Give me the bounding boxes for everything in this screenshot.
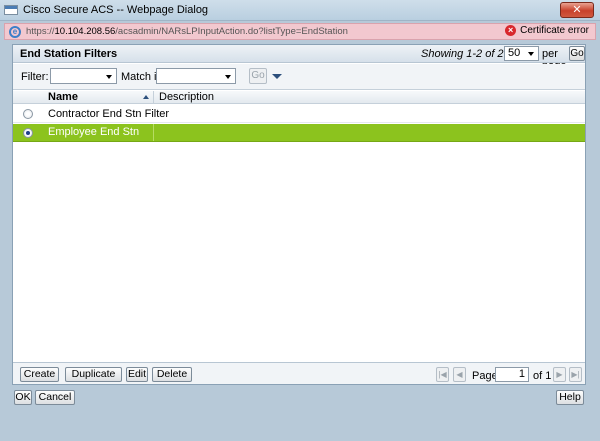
row-radio[interactable] (23, 128, 33, 138)
panel-title: End Station Filters (20, 48, 118, 60)
chevron-down-icon (225, 75, 231, 79)
row-name: Contractor End Stn Filter (48, 108, 170, 120)
per-page-select[interactable]: 50 (504, 46, 539, 61)
end-station-filters-panel: End Station Filters Showing 1-2 of 2 50 … (12, 44, 586, 385)
previous-page-button[interactable]: ◀ (453, 367, 466, 382)
certificate-error-label: Certificate error (520, 25, 589, 36)
per-page-value: 50 (508, 47, 521, 59)
url-prefix: https:// (26, 26, 55, 37)
chevron-down-icon (106, 75, 112, 79)
first-page-button[interactable]: |◀ (436, 367, 449, 382)
certificate-error[interactable]: × Certificate error (505, 25, 589, 36)
page-count-label: of 1 (533, 370, 552, 382)
match-if-select[interactable] (156, 68, 236, 84)
grid-header: Name Description (13, 91, 585, 104)
row-name: Employee End Stn Filter (42, 124, 154, 155)
url-path: /acsadmin/NARsLPInputAction.do?listType=… (115, 26, 348, 37)
filter-go-button[interactable]: Go (249, 68, 267, 84)
column-header-description[interactable]: Description (159, 91, 214, 103)
url-host: 10.104.208.56 (54, 26, 116, 37)
window-title: Cisco Secure ACS -- Webpage Dialog (23, 4, 209, 16)
per-page-go-button[interactable]: Go (569, 46, 585, 61)
delete-button[interactable]: Delete (152, 367, 192, 382)
panel-header: End Station Filters Showing 1-2 of 2 50 … (13, 45, 585, 72)
create-button[interactable]: Create (20, 367, 59, 382)
table-row-selected[interactable]: Employee End Stn Filter (13, 124, 585, 155)
filter-select[interactable] (50, 68, 117, 84)
address-bar: e https://10.104.208.56/acsadmin/NARsLPI… (4, 23, 596, 40)
error-x-icon: × (505, 25, 517, 36)
help-button[interactable]: Help (556, 390, 584, 405)
table-row[interactable]: Contractor End Stn Filter (13, 105, 585, 123)
browser-e-icon: e (9, 25, 21, 38)
row-radio[interactable] (23, 109, 33, 119)
window-titlebar: Cisco Secure ACS -- Webpage Dialog ✕ (0, 0, 600, 21)
duplicate-button[interactable]: Duplicate (65, 367, 122, 382)
column-header-name-label: Name (48, 91, 78, 103)
next-page-button[interactable]: ▶ (553, 367, 566, 382)
page-label: Page (472, 370, 498, 382)
panel-footer-toolbar: Create Duplicate Edit Delete |◀ ◀ Page 1… (13, 362, 585, 384)
page-number-input[interactable]: 1 (495, 367, 529, 382)
filter-label: Filter: (21, 71, 49, 83)
filter-row: Filter: Match if: Go (13, 64, 585, 90)
last-page-button[interactable]: ▶| (569, 367, 582, 382)
sort-ascending-icon (143, 95, 149, 99)
url-text: https://10.104.208.56/acsadmin/NARsLPInp… (26, 26, 348, 37)
window-icon (4, 5, 18, 15)
window-close-button[interactable]: ✕ (560, 2, 594, 18)
ok-button[interactable]: OK (14, 390, 32, 405)
cancel-button[interactable]: Cancel (35, 390, 75, 405)
edit-button[interactable]: Edit (126, 367, 148, 382)
filter-options-dropdown-icon[interactable] (272, 74, 282, 79)
showing-count: Showing 1-2 of 2 (421, 48, 504, 60)
column-header-name[interactable]: Name (41, 91, 154, 104)
chevron-down-icon (528, 52, 534, 56)
